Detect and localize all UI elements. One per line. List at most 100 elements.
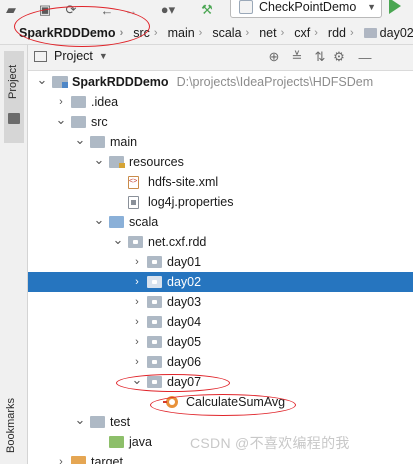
tree-item-text: scala: [129, 215, 158, 229]
tree-item-label: CalculateSumAvg: [186, 395, 286, 409]
tree-item-log4j-properties[interactable]: log4j.properties: [28, 192, 413, 212]
chevron-right-icon: ›: [198, 27, 203, 39]
tree-item-day05[interactable]: › day05: [28, 332, 413, 352]
resources-folder-icon: [109, 156, 125, 168]
folder-icon: [90, 416, 105, 428]
tree-item-label: day01: [167, 255, 202, 269]
package-icon: [128, 236, 143, 248]
project-icon: [8, 113, 20, 124]
tree-item-main[interactable]: ⌄ main: [28, 132, 413, 152]
tree-item-net-cxf-rdd[interactable]: ⌄ net.cxf.rdd: [28, 232, 413, 252]
tree-item-text: log4j.properties: [148, 195, 233, 209]
project-icon: [34, 50, 47, 62]
tree-item-resources[interactable]: ⌄ resources: [28, 152, 413, 172]
chevron-down-icon[interactable]: ⌄: [93, 210, 105, 230]
user-icon[interactable]: ●▾: [156, 0, 180, 20]
project-tool-button[interactable]: Project: [4, 51, 24, 143]
tree-item-sparkrdddemo[interactable]: ⌄ SparkRDDDemo D:\projects\IdeaProjects\HD…: [28, 72, 413, 92]
project-panel-header: Project ▼ ⊕ ≚ ⇅ ⚙ —: [28, 45, 413, 71]
forward-icon[interactable]: →: [122, 0, 140, 20]
chevron-right-icon: ›: [119, 27, 124, 39]
tree-item-scala[interactable]: ⌄ scala: [28, 212, 413, 232]
breadcrumb-item-src[interactable]: src ›: [131, 26, 165, 40]
tree-item-day07[interactable]: ⌄ day07: [28, 372, 413, 392]
folder-icon: [90, 136, 105, 148]
package-icon: [363, 28, 377, 38]
tree-item-text: main: [110, 135, 137, 149]
chevron-down-icon[interactable]: ⌄: [55, 110, 67, 130]
chevron-down-icon[interactable]: ⌄: [36, 72, 48, 90]
run-config-select[interactable]: CheckPointDemo ▼: [230, 0, 382, 18]
excluded-folder-icon: [71, 456, 86, 464]
tree-item-label: day07: [167, 375, 202, 389]
chevron-down-icon[interactable]: ⌄: [112, 230, 124, 250]
chevron-right-icon[interactable]: ›: [131, 312, 143, 332]
tree-item-text: .idea: [91, 95, 118, 109]
project-view-selector[interactable]: Project ▼: [34, 49, 108, 63]
chevron-down-icon[interactable]: ⌄: [74, 410, 86, 430]
project-tool-label: Project: [7, 64, 19, 99]
breadcrumb-label: day02: [379, 26, 413, 40]
breadcrumb-label: net: [259, 26, 277, 40]
open-folder-icon[interactable]: ▰: [2, 0, 20, 20]
breadcrumb-item-scala[interactable]: scala ›: [210, 26, 257, 40]
breadcrumb-item-day02[interactable]: day02: [362, 26, 413, 40]
minimize-icon[interactable]: —: [356, 48, 374, 66]
package-icon: [147, 316, 162, 328]
chevron-right-icon: ›: [350, 27, 354, 39]
chevron-right-icon[interactable]: ›: [131, 252, 143, 272]
tree-item-day03[interactable]: › day03: [28, 292, 413, 312]
run-icon[interactable]: [389, 0, 401, 14]
tree-item-label: day06: [167, 355, 202, 369]
tree-item-label: day05: [167, 335, 202, 349]
breadcrumb: SparkRDDDemo › src › main › scala › net › cxf…: [0, 22, 413, 45]
chevron-down-icon: ▼: [367, 2, 376, 12]
save-icon[interactable]: ▣: [36, 0, 54, 20]
breadcrumb-label: main: [167, 26, 195, 40]
package-icon: [147, 256, 162, 268]
tree-item-day04[interactable]: › day04: [28, 312, 413, 332]
add-icon[interactable]: ⊕: [265, 48, 283, 66]
package-icon: [147, 276, 162, 288]
chevron-right-icon[interactable]: ›: [131, 292, 143, 312]
breadcrumb-item-cxf[interactable]: cxf ›: [292, 26, 326, 40]
sort-icon[interactable]: ⇅: [311, 48, 329, 66]
chevron-right-icon[interactable]: ›: [131, 272, 143, 292]
tree-item-text: CalculateSumAvg: [186, 395, 285, 409]
tree-item-text: hdfs-site.xml: [148, 175, 218, 189]
watermark: CSDN @不喜欢编程的我: [190, 435, 350, 451]
tree-item-label: main: [110, 135, 138, 149]
chevron-right-icon[interactable]: ›: [131, 332, 143, 352]
chevron-right-icon[interactable]: ›: [55, 452, 67, 464]
tree-item-day02[interactable]: › day02: [28, 272, 413, 292]
tree-item-day01[interactable]: › day01: [28, 252, 413, 272]
hammer-icon[interactable]: ⚒: [198, 0, 216, 20]
package-icon: [147, 336, 162, 348]
project-path: D:\projects\IdeaProjects\HDFSDem: [176, 75, 374, 89]
tree-item-test[interactable]: ⌄ test: [28, 412, 413, 432]
breadcrumb-item-rdd[interactable]: rdd ›: [326, 26, 362, 40]
bookmarks-tool-button[interactable]: Bookmarks: [5, 398, 17, 453]
source-folder-icon: [109, 216, 124, 228]
tree-item-text: resources: [129, 155, 184, 169]
collapse-icon[interactable]: ≚: [288, 48, 306, 66]
tree-item--idea[interactable]: › .idea: [28, 92, 413, 112]
tree-item-day06[interactable]: › day06: [28, 352, 413, 372]
breadcrumb-item-net[interactable]: net ›: [257, 26, 292, 40]
gear-icon[interactable]: ⚙: [330, 48, 348, 66]
tree-item-text: java: [129, 435, 152, 449]
tree-item-label: net.cxf.rdd: [148, 235, 207, 249]
chevron-down-icon[interactable]: ⌄: [131, 370, 143, 390]
chevron-down-icon: ▼: [98, 51, 108, 61]
sync-icon[interactable]: ⟳: [62, 0, 80, 20]
tree-item-label: test: [110, 415, 131, 429]
chevron-down-icon[interactable]: ⌄: [74, 130, 86, 150]
breadcrumb-item-project[interactable]: SparkRDDDemo ›: [0, 26, 131, 40]
chevron-down-icon[interactable]: ⌄: [93, 150, 105, 170]
back-icon[interactable]: ←: [98, 0, 116, 20]
tree-item-hdfs-site-xml[interactable]: hdfs-site.xml: [28, 172, 413, 192]
tree-item-label: day03: [167, 295, 202, 309]
tree-item-target[interactable]: › target: [28, 452, 413, 464]
breadcrumb-item-main[interactable]: main ›: [166, 26, 211, 40]
tree-item-label: target: [91, 455, 123, 464]
